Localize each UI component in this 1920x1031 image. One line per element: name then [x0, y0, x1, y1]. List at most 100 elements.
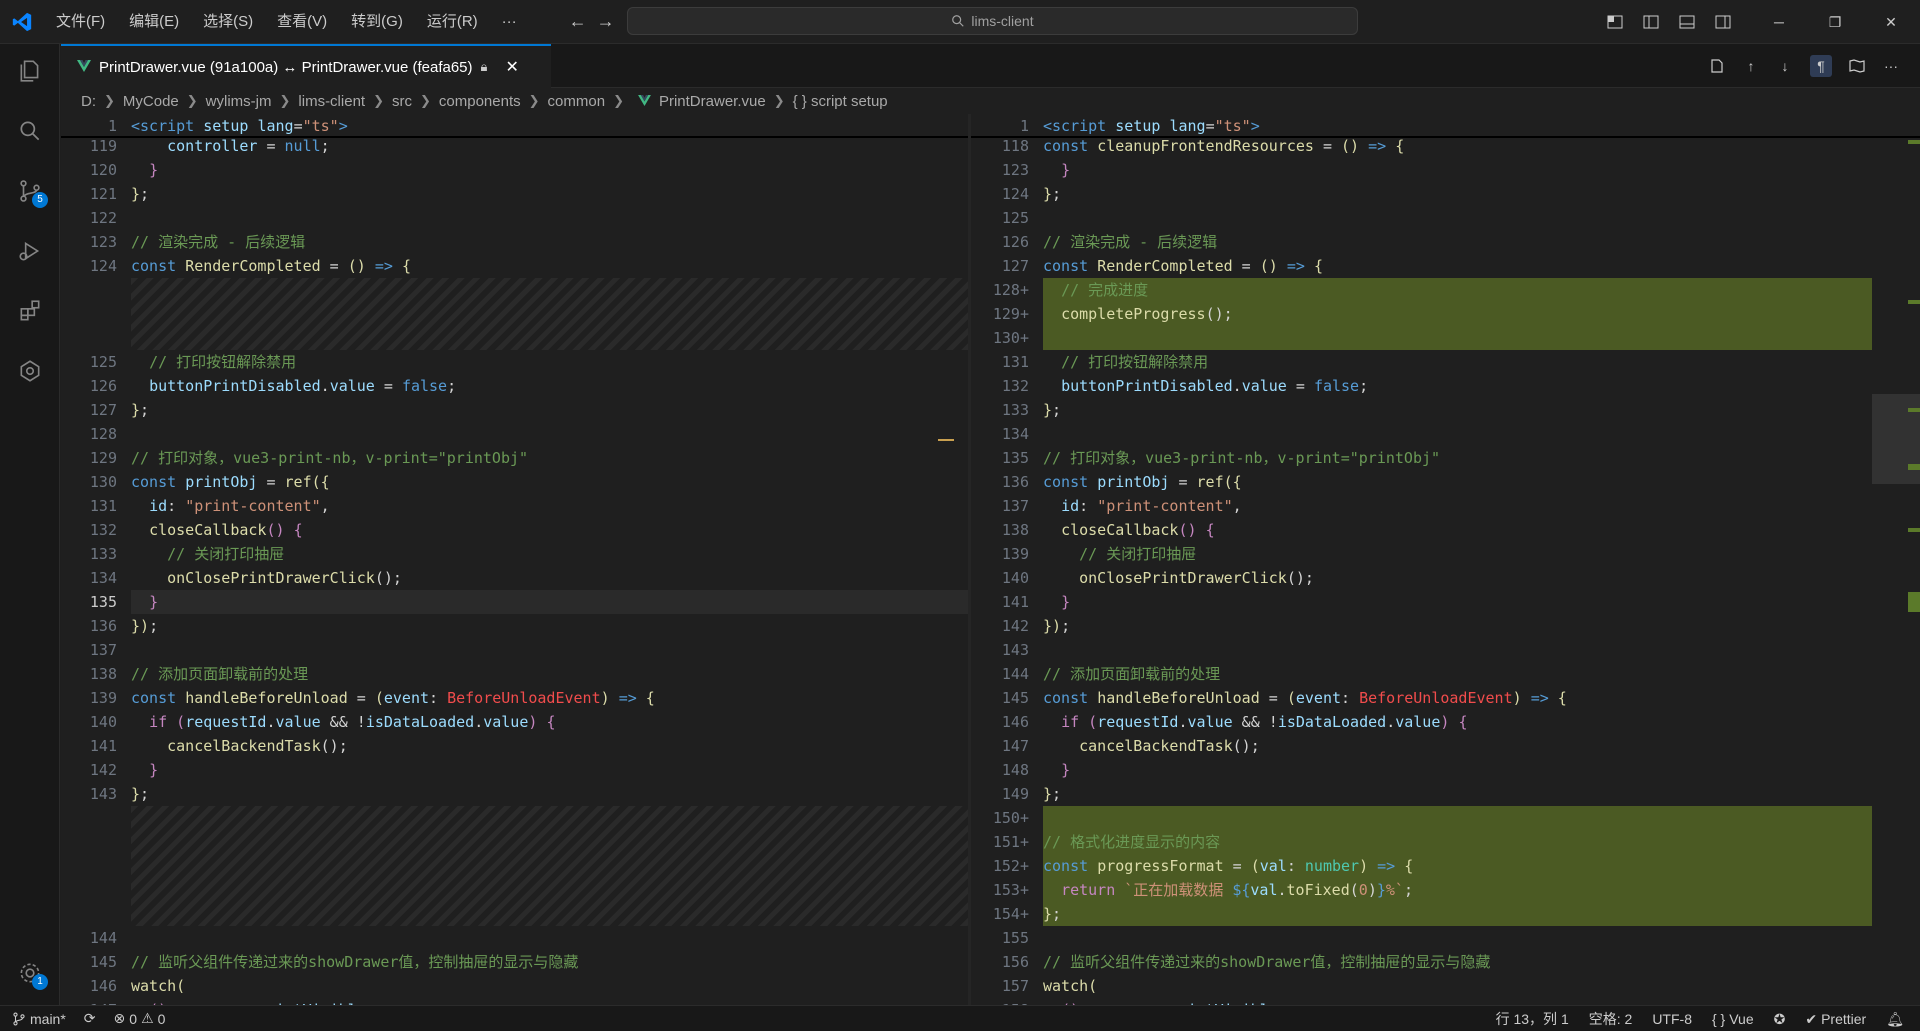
breadcrumb-lims-client[interactable]: lims-client — [298, 93, 365, 110]
breadcrumb-drive[interactable]: D: — [81, 93, 96, 110]
command-center-search[interactable]: lims-client — [627, 7, 1358, 35]
code-line[interactable]: }; — [1043, 782, 1061, 806]
indentation[interactable]: 空格: 2 — [1589, 1009, 1633, 1029]
code-line[interactable]: buttonPrintDisabled.value = false; — [131, 374, 456, 398]
forward-arrow-icon[interactable]: → — [597, 11, 615, 32]
code-line[interactable]: // 渲染完成 - 后续逻辑 — [131, 230, 305, 254]
toggle-inline-view-icon[interactable] — [1848, 57, 1866, 75]
breadcrumb-symbol[interactable]: { } script setup — [793, 93, 888, 110]
code-line[interactable]: // 打印按钮解除禁用 — [1043, 350, 1208, 374]
minimap[interactable] — [1872, 114, 1920, 1005]
breadcrumb-src[interactable]: src — [392, 93, 412, 110]
minimize-icon[interactable]: ─ — [1770, 13, 1788, 31]
code-line[interactable]: const handleBeforeUnload = (event: Befor… — [131, 686, 655, 710]
notifications-bell-icon[interactable]: 🔔︎ — [1886, 1011, 1904, 1028]
close-window-icon[interactable]: ✕ — [1882, 13, 1900, 31]
encoding[interactable]: UTF-8 — [1652, 1011, 1692, 1027]
breadcrumb-file[interactable]: PrintDrawer.vue — [659, 93, 766, 110]
menu-selection[interactable]: 选择(S) — [191, 0, 265, 44]
code-line[interactable]: } — [1043, 758, 1070, 782]
explorer-icon[interactable] — [0, 46, 60, 96]
code-line[interactable]: closeCallback() { — [1043, 518, 1215, 542]
problems-status[interactable]: ⊗ 0 ⚠ 0 — [114, 1010, 166, 1027]
code-line[interactable]: // 关闭打印抽屉 — [1043, 542, 1196, 566]
more-actions-icon[interactable]: ··· — [1882, 57, 1900, 75]
minimap[interactable] — [920, 114, 968, 1005]
menu-file[interactable]: 文件(F) — [44, 0, 117, 44]
code-line[interactable]: onClosePrintDrawerClick(); — [1043, 566, 1314, 590]
sync-icon[interactable]: ⟳ — [84, 1010, 96, 1027]
code-line[interactable]: onClosePrintDrawerClick(); — [131, 566, 402, 590]
cursor-position[interactable]: 行 13，列 1 — [1496, 1009, 1569, 1029]
code-line[interactable]: () => props.printVisible, — [131, 998, 375, 1005]
diff-editor-modified[interactable]: 118 const cleanupFrontendResources = () =… — [971, 114, 1920, 1005]
sticky-scroll-header[interactable]: 1 <script setup lang="ts"> — [61, 114, 968, 138]
run-debug-icon[interactable] — [0, 226, 60, 276]
code-line[interactable]: // 完成进度 — [1043, 278, 1148, 302]
code-line[interactable]: }; — [1043, 398, 1061, 422]
menu-view[interactable]: 查看(V) — [265, 0, 339, 44]
code-line[interactable]: const RenderCompleted = () => { — [1043, 254, 1323, 278]
code-line[interactable]: }; — [131, 782, 149, 806]
customize-layout-icon[interactable] — [1606, 13, 1624, 31]
diff-editor-original[interactable]: 119 controller = null; 120 } 121}; 122 123//… — [61, 114, 968, 1005]
code-line[interactable]: if (requestId.value && !isDataLoaded.val… — [131, 710, 555, 734]
code-line[interactable]: // 打印按钮解除禁用 — [131, 350, 296, 374]
breadcrumb-components[interactable]: components — [439, 93, 521, 110]
prettier-status[interactable]: ✔ Prettier — [1805, 1011, 1866, 1028]
show-whitespace-icon[interactable]: ¶ — [1810, 55, 1832, 77]
code-line[interactable]: const progressFormat = (val: number) => … — [1043, 854, 1413, 878]
code-line[interactable]: const RenderCompleted = () => { — [131, 254, 411, 278]
copilot-status-icon[interactable]: ✪ — [1774, 1011, 1786, 1028]
tab-diff-printdrawer[interactable]: PrintDrawer.vue (91a100a) ↔ PrintDrawer.… — [61, 44, 551, 88]
code-line[interactable]: } — [131, 758, 158, 782]
code-line[interactable]: const handleBeforeUnload = (event: Befor… — [1043, 686, 1567, 710]
code-line[interactable]: cancelBackendTask(); — [131, 734, 348, 758]
extensions-icon[interactable] — [0, 286, 60, 336]
code-line[interactable]: }; — [1043, 182, 1061, 206]
code-line[interactable]: cancelBackendTask(); — [1043, 734, 1260, 758]
language-mode[interactable]: { } Vue — [1712, 1011, 1754, 1027]
code-line[interactable]: } — [1043, 590, 1070, 614]
code-line[interactable]: } — [131, 158, 158, 182]
code-line[interactable]: // 打印对象，vue3-print-nb，v-print="printObj" — [131, 446, 528, 470]
code-line[interactable]: }; — [131, 398, 149, 422]
code-line[interactable]: id: "print-content", — [1043, 494, 1242, 518]
open-file-icon[interactable] — [1708, 57, 1726, 75]
code-line[interactable]: // 关闭打印抽屉 — [131, 542, 284, 566]
code-line[interactable]: }); — [131, 614, 158, 638]
toggle-secondary-sidebar-icon[interactable] — [1714, 13, 1732, 31]
search-view-icon[interactable] — [0, 106, 60, 156]
code-line[interactable]: // 监听父组件传递过来的showDrawer值，控制抽屉的显示与隐藏 — [1043, 950, 1490, 974]
code-line[interactable]: // 打印对象，vue3-print-nb，v-print="printObj" — [1043, 446, 1440, 470]
code-line[interactable]: const printObj = ref({ — [1043, 470, 1242, 494]
menu-go[interactable]: 转到(G) — [339, 0, 415, 44]
sticky-scroll-header[interactable]: 1 <script setup lang="ts"> — [971, 114, 1920, 138]
copilot-icon[interactable] — [0, 346, 60, 396]
code-line[interactable]: // 监听父组件传递过来的showDrawer值，控制抽屉的显示与隐藏 — [131, 950, 578, 974]
code-line[interactable]: }; — [1043, 902, 1061, 926]
previous-change-icon[interactable]: ↑ — [1742, 57, 1760, 75]
code-line[interactable]: id: "print-content", — [131, 494, 330, 518]
code-line[interactable]: }; — [131, 182, 149, 206]
code-line[interactable]: closeCallback() { — [131, 518, 303, 542]
code-line[interactable]: if (requestId.value && !isDataLoaded.val… — [1043, 710, 1467, 734]
code-line[interactable]: // 格式化进度显示的内容 — [1043, 830, 1220, 854]
code-line[interactable]: return `正在加载数据 ${val.toFixed(0)}%`; — [1043, 878, 1413, 902]
code-line[interactable]: } — [1043, 158, 1070, 182]
branch-status[interactable]: main* — [12, 1011, 66, 1027]
back-arrow-icon[interactable]: ← — [569, 11, 587, 32]
code-line[interactable]: }); — [1043, 614, 1070, 638]
code-line[interactable]: // 添加页面卸载前的处理 — [131, 662, 308, 686]
code-line[interactable]: buttonPrintDisabled.value = false; — [1043, 374, 1368, 398]
menu-run[interactable]: 运行(R) — [415, 0, 490, 44]
next-change-icon[interactable]: ↓ — [1776, 57, 1794, 75]
breadcrumb-mycode[interactable]: MyCode — [123, 93, 179, 110]
breadcrumb-common[interactable]: common — [548, 93, 606, 110]
toggle-panel-icon[interactable] — [1678, 13, 1696, 31]
restore-icon[interactable]: ❐ — [1826, 13, 1844, 31]
code-line[interactable]: } — [131, 590, 158, 614]
source-control-icon[interactable]: 5 — [0, 166, 60, 216]
code-line[interactable]: // 添加页面卸载前的处理 — [1043, 662, 1220, 686]
close-tab-icon[interactable]: ✕ — [505, 57, 518, 77]
